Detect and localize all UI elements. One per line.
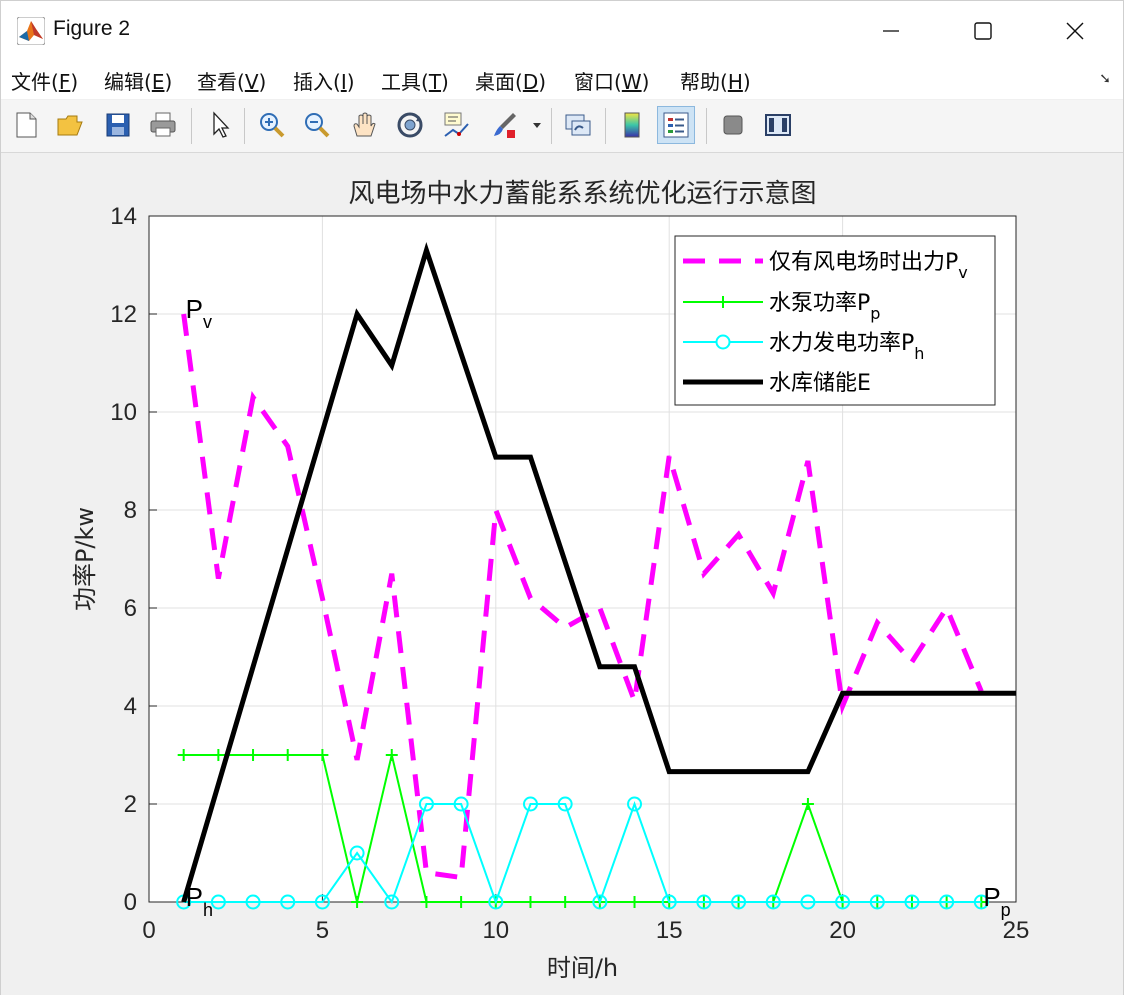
y-tick-label: 12 xyxy=(110,301,137,328)
chart-title: 风电场中水力蓄能系系统优化运行示意图 xyxy=(348,179,816,209)
x-tick-label: 5 xyxy=(316,917,329,944)
x-tick-label: 0 xyxy=(142,917,155,944)
open-file-icon xyxy=(57,115,83,136)
pointer-button[interactable] xyxy=(201,106,239,144)
menu-file[interactable]: 文件(F) xyxy=(11,66,78,95)
close-icon xyxy=(1066,22,1084,40)
menu-edit[interactable]: 编辑(E) xyxy=(104,66,172,95)
hide-plot-tools-icon xyxy=(723,115,743,135)
menu-help[interactable]: 帮助(H) xyxy=(680,66,751,95)
figure-canvas[interactable]: 0 5 10 15 20 25 0 2 4 6 8 10 12 14 Pv Ph Pp 风电场中水力蓄能系系统… xyxy=(1,153,1123,995)
matlab-logo-icon xyxy=(17,17,45,45)
legend[interactable]: 仅有风电场时出力Pv水泵功率Pp水力发电功率Ph水库储能E xyxy=(674,235,996,406)
x-tick-label: 20 xyxy=(829,917,856,944)
pan-icon xyxy=(353,112,376,137)
maximize-icon xyxy=(974,22,992,40)
show-plot-tools-icon xyxy=(765,114,791,136)
menu-view[interactable]: 查看(V) xyxy=(197,66,266,95)
y-tick-label: 0 xyxy=(124,889,137,916)
legend-marker xyxy=(715,334,731,350)
zoom-out-icon xyxy=(305,113,330,138)
y-axis-label: 功率P/kw xyxy=(71,507,99,611)
data-cursor-button[interactable] xyxy=(437,106,475,144)
rotate-3d-icon xyxy=(397,112,423,138)
legend-entry-storage-label: 水库储能E xyxy=(769,371,871,396)
brush-dropdown-button[interactable] xyxy=(527,106,547,144)
x-tick-label: 10 xyxy=(482,917,509,944)
rotate-3d-button[interactable] xyxy=(391,106,429,144)
colorbar-button[interactable] xyxy=(613,106,651,144)
y-tick-label: 4 xyxy=(124,693,137,720)
toolbar-separator xyxy=(706,108,707,144)
x-tick-label: 25 xyxy=(1003,917,1030,944)
brush-icon xyxy=(494,113,516,138)
zoom-out-button[interactable] xyxy=(298,106,336,144)
toolbar-separator xyxy=(191,108,192,144)
print-icon xyxy=(150,112,176,137)
x-axis-label: 时间/h xyxy=(547,954,618,982)
data-cursor-icon xyxy=(444,112,469,137)
figure-window: Figure 2 文件(F) 编辑(E) 查看(V) 插入(I) 工具(T) 桌… xyxy=(0,0,1124,995)
show-plot-tools-button[interactable] xyxy=(759,106,797,144)
chart: 0 5 10 15 20 2502468101214 PvPh Pp 风电场中水力蓄能系系统… xyxy=(71,179,1030,982)
toolbar-separator xyxy=(244,108,245,144)
save-icon xyxy=(106,113,130,137)
y-tick-label: 2 xyxy=(124,791,137,818)
menu-bar: 文件(F) 编辑(E) 查看(V) 插入(I) 工具(T) 桌面(D) 窗口(W… xyxy=(1,61,1123,99)
close-button[interactable] xyxy=(1029,1,1121,61)
brush-button[interactable] xyxy=(485,106,523,144)
menu-insert[interactable]: 插入(I) xyxy=(293,66,355,95)
link-plot-icon xyxy=(565,114,591,136)
pan-button[interactable] xyxy=(345,106,383,144)
maximize-button[interactable] xyxy=(937,1,1029,61)
dock-arrow-icon[interactable]: ➘ xyxy=(1099,71,1111,87)
save-button[interactable] xyxy=(99,106,137,144)
open-file-button[interactable] xyxy=(51,106,89,144)
toolbar xyxy=(1,100,1123,153)
hide-plot-tools-button[interactable] xyxy=(714,106,752,144)
zoom-in-icon xyxy=(260,113,285,138)
link-plot-button[interactable] xyxy=(559,106,597,144)
pointer-icon xyxy=(213,111,230,138)
legend-icon xyxy=(663,112,689,138)
new-figure-icon xyxy=(16,112,37,138)
title-bar[interactable]: Figure 2 xyxy=(1,1,1123,61)
print-button[interactable] xyxy=(144,106,182,144)
new-figure-button[interactable] xyxy=(7,106,45,144)
y-tick-label: 14 xyxy=(110,203,137,230)
chevron-down-icon xyxy=(533,123,541,128)
zoom-in-button[interactable] xyxy=(253,106,291,144)
toolbar-separator xyxy=(551,108,552,144)
minimize-icon xyxy=(883,30,899,32)
minimize-button[interactable] xyxy=(845,1,937,61)
x-tick-label: 15 xyxy=(656,917,683,944)
y-tick-label: 6 xyxy=(124,595,137,622)
window-title: Figure 2 xyxy=(53,17,131,40)
legend-button[interactable] xyxy=(657,106,695,144)
colorbar-icon xyxy=(624,112,640,138)
menu-window[interactable]: 窗口(W) xyxy=(574,66,649,95)
menu-desktop[interactable]: 桌面(D) xyxy=(475,66,546,95)
toolbar-separator xyxy=(605,108,606,144)
y-tick-label: 8 xyxy=(124,497,137,524)
menu-tools[interactable]: 工具(T) xyxy=(381,66,449,95)
y-tick-label: 10 xyxy=(110,399,137,426)
